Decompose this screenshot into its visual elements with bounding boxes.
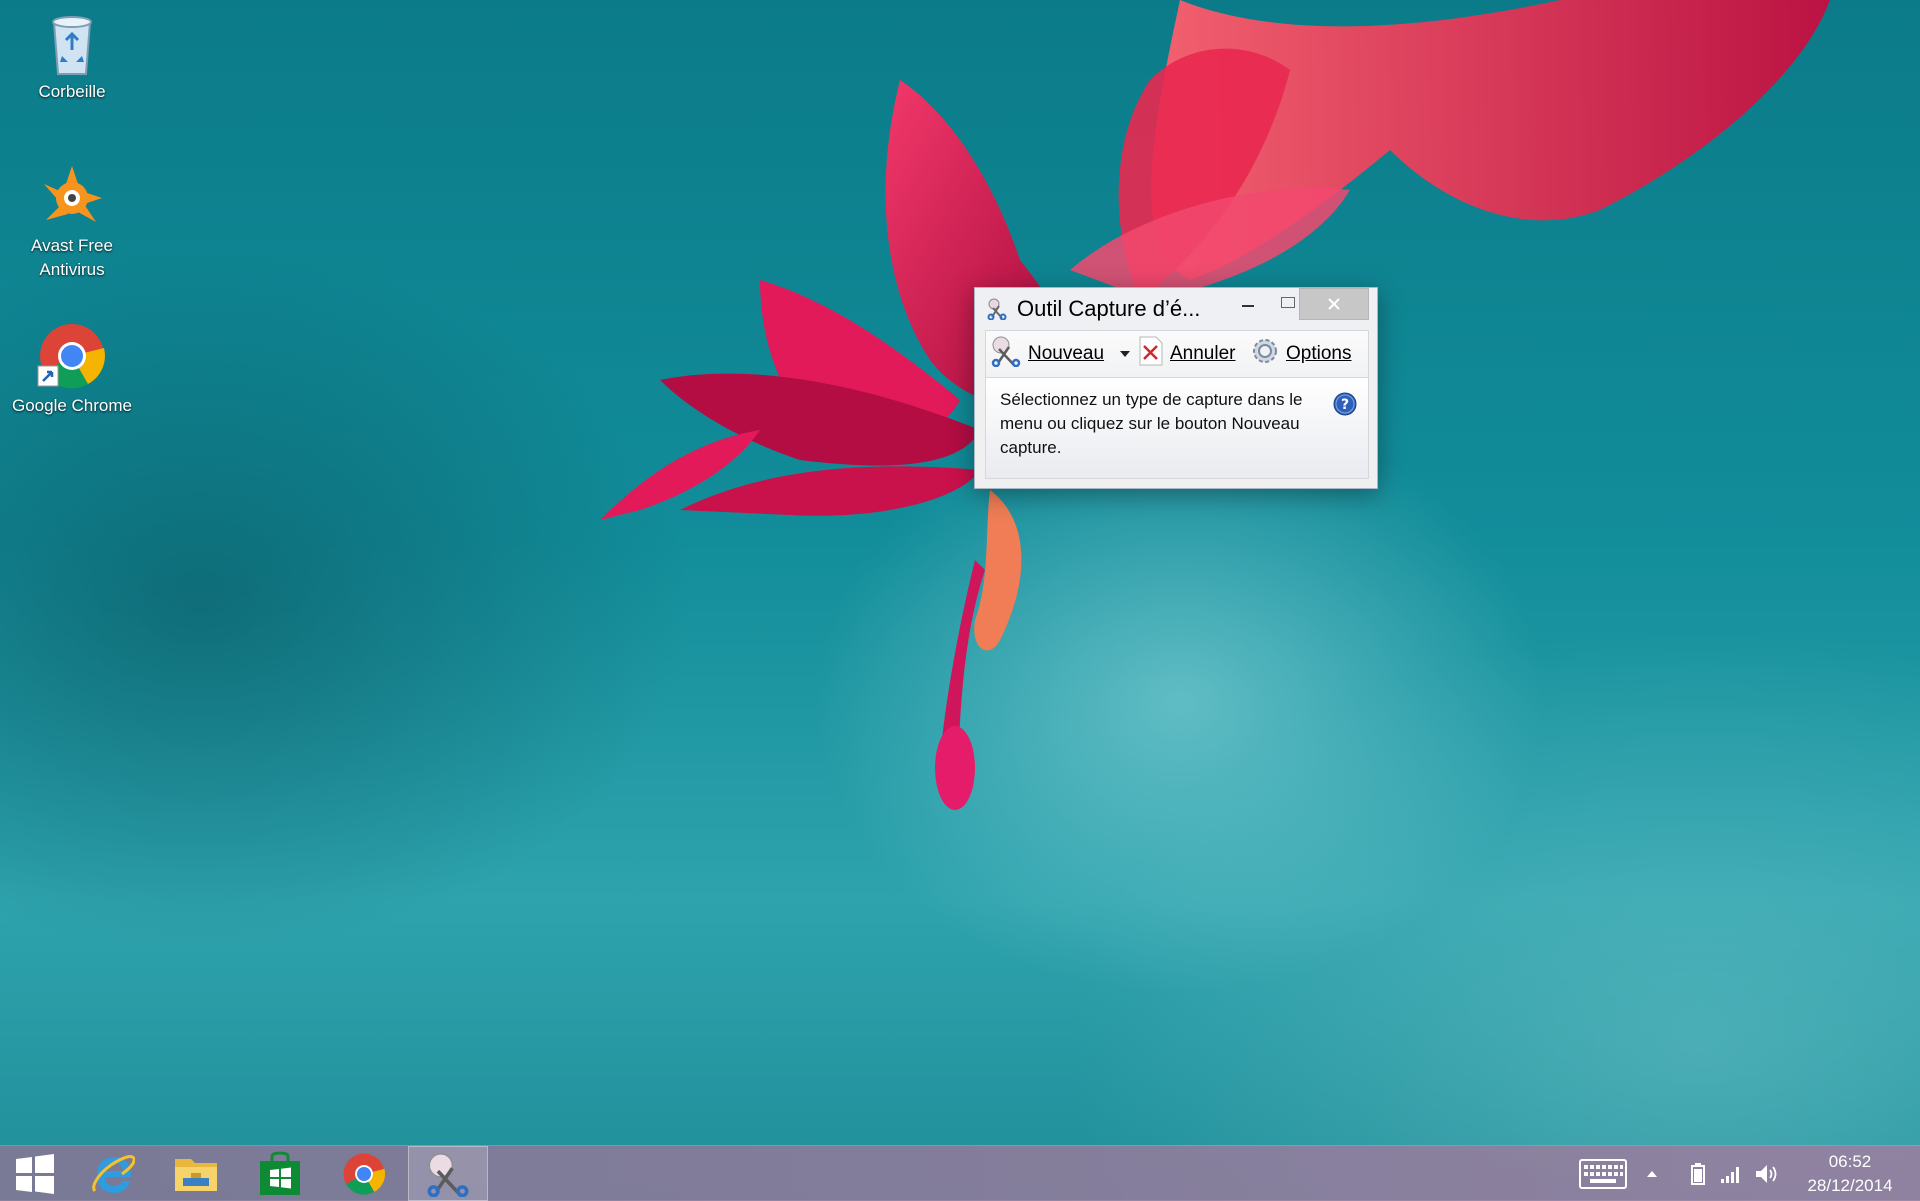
svg-text:?: ? <box>1341 397 1349 413</box>
keyboard-icon <box>1579 1158 1627 1189</box>
snipping-toolbar: Nouveau Annuler Options <box>985 330 1369 378</box>
battery-icon <box>1691 1162 1705 1185</box>
taskbar-snipping-tool[interactable] <box>408 1146 488 1201</box>
scissors-icon <box>990 335 1022 373</box>
taskbar-windows-store[interactable] <box>240 1146 320 1201</box>
new-snip-button[interactable]: Nouveau <box>990 331 1104 377</box>
chevron-down-icon <box>1120 351 1130 357</box>
chevron-up-icon <box>1647 1170 1657 1177</box>
folder-icon <box>175 1158 217 1191</box>
desktop-icon-avast[interactable]: Avast Free Antivirus <box>2 160 142 282</box>
options-button[interactable]: Options <box>1250 331 1351 377</box>
desktop-icon-label: Avast Free Antivirus <box>31 236 113 279</box>
battery-status[interactable] <box>1684 1146 1712 1201</box>
taskbar-google-chrome[interactable] <box>324 1146 404 1201</box>
options-label: Options <box>1286 343 1352 364</box>
minimize-button[interactable] <box>1229 288 1267 318</box>
window-titlebar[interactable]: Outil Capture d’é... <box>975 288 1377 328</box>
scissors-icon <box>427 1152 469 1197</box>
network-status[interactable] <box>1716 1146 1746 1201</box>
volume-control[interactable] <box>1750 1146 1784 1201</box>
show-hidden-icons-button[interactable] <box>1640 1146 1664 1201</box>
wallpaper-flower <box>600 0 1830 810</box>
snipping-content-area: Sélectionnez un type de capture dans le … <box>985 378 1369 479</box>
taskbar-file-explorer[interactable] <box>156 1146 236 1201</box>
desktop-icon-label: Corbeille <box>38 82 106 101</box>
chrome-icon <box>343 1153 386 1195</box>
chrome-icon <box>36 320 108 392</box>
store-icon <box>260 1151 300 1195</box>
window-title: Outil Capture d’é... <box>1017 296 1201 321</box>
cancel-button[interactable]: Annuler <box>1138 331 1236 377</box>
desktop-icon-label: Google Chrome <box>11 396 132 415</box>
speaker-icon <box>1756 1164 1777 1183</box>
desktop-icon-recycle-bin[interactable]: Corbeille <box>2 6 142 104</box>
close-button[interactable] <box>1299 288 1369 320</box>
clock-time: 06:52 <box>1828 1152 1872 1171</box>
start-button[interactable] <box>0 1146 70 1201</box>
close-icon <box>1328 298 1340 310</box>
scissors-icon <box>987 298 1009 321</box>
touch-keyboard-button[interactable] <box>1576 1146 1630 1201</box>
system-clock[interactable]: 06:52 28/12/2014 <box>1795 1150 1905 1198</box>
gear-icon <box>1250 336 1280 372</box>
new-snip-label: Nouveau <box>1028 343 1105 364</box>
new-snip-dropdown[interactable] <box>1114 331 1136 377</box>
signal-bars-icon <box>1721 1166 1739 1183</box>
avast-icon <box>36 160 108 232</box>
cancel-icon <box>1138 335 1164 373</box>
desktop-icon-chrome[interactable]: Google Chrome <box>2 320 142 418</box>
snipping-tool-window: Outil Capture d’é... Nouveau Annuler Opt… <box>974 287 1378 489</box>
help-icon[interactable]: ? <box>1333 392 1357 416</box>
internet-explorer-icon <box>92 1154 135 1193</box>
clock-date: 28/12/2014 <box>1807 1176 1893 1195</box>
taskbar: 06:52 28/12/2014 <box>0 1145 1920 1201</box>
taskbar-internet-explorer[interactable] <box>72 1146 152 1201</box>
cancel-label: Annuler <box>1170 343 1236 364</box>
windows-logo-icon <box>16 1153 54 1194</box>
recycle-bin-icon <box>36 6 108 78</box>
instructions-text: Sélectionnez un type de capture dans le … <box>1000 390 1303 457</box>
